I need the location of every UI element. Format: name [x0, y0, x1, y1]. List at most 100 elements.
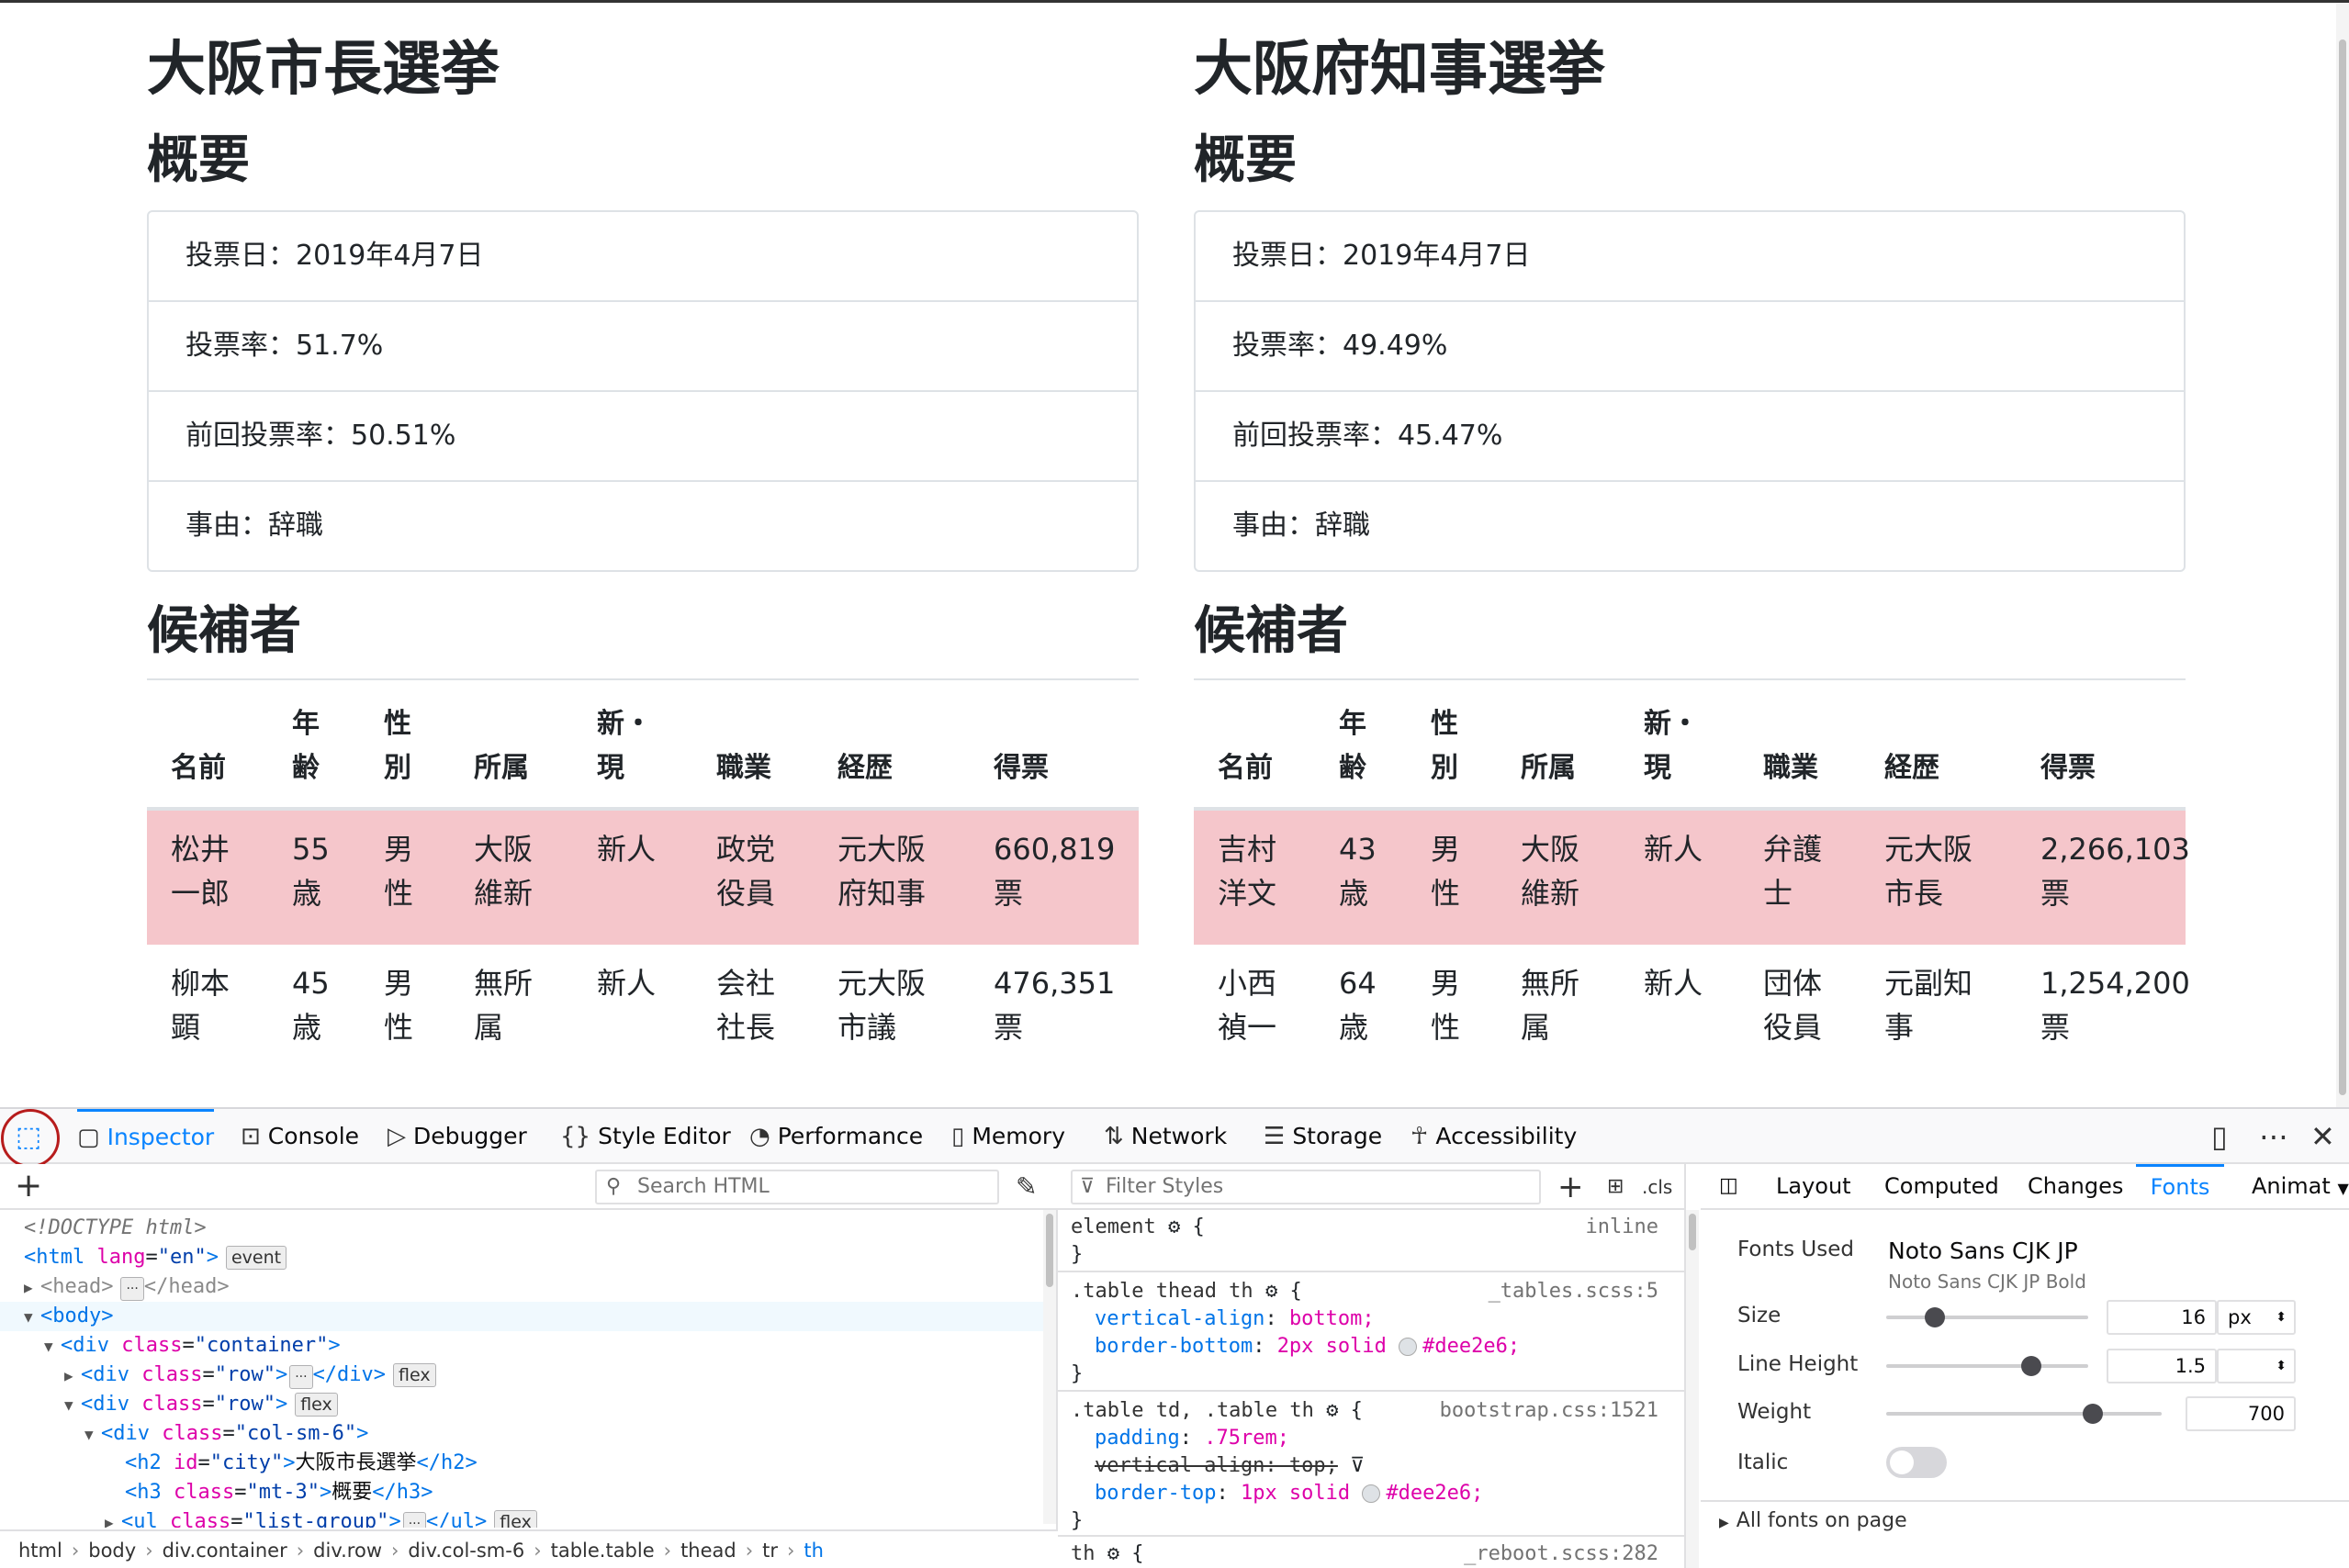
- all-fonts-toggle[interactable]: ▶ All fonts on page: [1719, 1509, 1907, 1532]
- breadcrumb-item[interactable]: table.table: [551, 1540, 655, 1562]
- breadcrumb-item[interactable]: html: [18, 1540, 62, 1562]
- rule-source-link[interactable]: _reboot.scss:282: [1464, 1540, 1658, 1568]
- weight-value-input[interactable]: 700: [2186, 1396, 2296, 1431]
- line-height-unit-select[interactable]: ⬍: [2217, 1349, 2296, 1383]
- filter-styles-input[interactable]: ⊽ Filter Styles: [1071, 1170, 1541, 1204]
- markup-line[interactable]: ▶ <head> ··· </head>: [24, 1272, 230, 1302]
- dock-icon[interactable]: ▯: [2211, 1109, 2228, 1164]
- markup-line[interactable]: <h2 id="city">大阪市長選挙</h2>: [125, 1449, 478, 1478]
- element-picker-button[interactable]: ⬚: [0, 1109, 61, 1171]
- tab-inspector[interactable]: ▢ Inspector: [77, 1109, 215, 1164]
- rule-declaration[interactable]: padding: .75rem;: [1095, 1425, 1289, 1452]
- flex-badge[interactable]: flex: [494, 1510, 537, 1528]
- markup-line[interactable]: ▼ <div class="col-sm-6">: [84, 1419, 368, 1449]
- size-unit-select[interactable]: px ⬍: [2217, 1300, 2296, 1335]
- markup-line[interactable]: ▶ <ul class="list-group"> ··· </ul> flex: [105, 1507, 537, 1528]
- line-height-slider[interactable]: [1886, 1356, 2088, 1376]
- table-cell: 市議: [837, 1010, 897, 1045]
- markup-line[interactable]: <!DOCTYPE html>: [24, 1214, 207, 1243]
- expand-icon[interactable]: ▶: [64, 1361, 81, 1391]
- rule-declaration[interactable]: border-bottom: 2px solid #dee2e6;: [1095, 1333, 1520, 1361]
- toggle-pseudo-classes-icon[interactable]: ⊞: [1607, 1164, 1624, 1210]
- collapse-icon[interactable]: ▼: [24, 1303, 40, 1332]
- add-node-icon[interactable]: +: [15, 1164, 42, 1208]
- gear-icon[interactable]: ⚙: [1168, 1215, 1180, 1238]
- flex-badge[interactable]: flex: [295, 1393, 338, 1417]
- markup-scrollbar[interactable]: [1043, 1210, 1056, 1524]
- sidebar-tabs: ◫ Layout Computed Changes Fonts Animat ▼: [1701, 1164, 2349, 1210]
- tab-debugger[interactable]: ▷ Debugger: [388, 1109, 527, 1164]
- breadcrumb-item[interactable]: thead: [680, 1540, 736, 1562]
- cls-button[interactable]: .cls: [1642, 1164, 1672, 1210]
- column-header: 齢: [1339, 752, 1366, 784]
- scrollbar-thumb[interactable]: [2339, 39, 2346, 1095]
- rule-selector[interactable]: .table thead th ⚙ {_tables.scss:5: [1071, 1278, 1658, 1305]
- breadcrumb-item[interactable]: th: [804, 1540, 824, 1562]
- more-options-icon[interactable]: ⋯: [2259, 1109, 2288, 1164]
- add-rule-icon[interactable]: +: [1557, 1164, 1584, 1210]
- tab-changes[interactable]: Changes: [2028, 1164, 2123, 1210]
- filter-icon[interactable]: ⊽: [1350, 1454, 1365, 1477]
- italic-toggle[interactable]: [1886, 1447, 1947, 1478]
- scrollbar-thumb[interactable]: [1046, 1214, 1053, 1287]
- slider-thumb[interactable]: [2083, 1404, 2103, 1424]
- rule-declaration-overridden[interactable]: vertical-align: top; ⊽: [1095, 1452, 1365, 1480]
- markup-line[interactable]: ▼ <div class="container">: [44, 1331, 341, 1361]
- slider-thumb[interactable]: [2021, 1356, 2042, 1376]
- tab-console[interactable]: ⊡ Console: [241, 1109, 359, 1164]
- size-value-input[interactable]: 16: [2107, 1300, 2217, 1335]
- breadcrumb-item[interactable]: div.col-sm-6: [408, 1540, 524, 1562]
- close-icon[interactable]: ✕: [2310, 1109, 2335, 1164]
- tab-animations[interactable]: Animat ▼: [2252, 1164, 2349, 1210]
- gear-icon[interactable]: ⚙: [1326, 1399, 1338, 1422]
- tab-network[interactable]: ⇅ Network: [1104, 1109, 1227, 1164]
- weight-slider[interactable]: [1886, 1404, 2162, 1424]
- markup-line[interactable]: <html lang="en"> event: [24, 1243, 287, 1272]
- color-swatch[interactable]: [1399, 1338, 1418, 1356]
- expand-icon[interactable]: ▶: [105, 1508, 121, 1528]
- line-height-value-input[interactable]: 1.5: [2107, 1349, 2217, 1383]
- markup-line-selected[interactable]: ▼ <body>: [0, 1302, 1043, 1331]
- size-slider[interactable]: [1886, 1307, 2088, 1327]
- rule-element[interactable]: element ⚙ {inline: [1071, 1214, 1658, 1241]
- rule-source-link[interactable]: _tables.scss:5: [1489, 1278, 1658, 1305]
- page-scrollbar[interactable]: [2336, 3, 2349, 1107]
- markup-line[interactable]: ▼ <div class="row"> flex: [64, 1390, 338, 1419]
- search-html-input[interactable]: ⚲ Search HTML: [595, 1170, 999, 1204]
- chevron-right-icon: ›: [145, 1540, 153, 1562]
- eyedropper-icon[interactable]: ✎: [1016, 1164, 1037, 1210]
- column-header: 年: [1339, 708, 1366, 740]
- tab-fonts[interactable]: Fonts: [2136, 1164, 2224, 1210]
- breadcrumb-item[interactable]: body: [88, 1540, 136, 1562]
- scrollbar-thumb[interactable]: [1689, 1214, 1696, 1250]
- collapse-icon[interactable]: ▼: [84, 1420, 101, 1450]
- rule-selector[interactable]: th ⚙ {_reboot.scss:282: [1071, 1540, 1658, 1568]
- rule-source-link[interactable]: bootstrap.css:1521: [1440, 1397, 1658, 1425]
- tab-accessibility[interactable]: ☥ Accessibility: [1411, 1109, 1577, 1164]
- tab-storage[interactable]: ☰ Storage: [1264, 1109, 1382, 1164]
- markup-line[interactable]: <h3 class="mt-3">概要</h3>: [125, 1478, 433, 1507]
- event-badge[interactable]: event: [225, 1246, 287, 1270]
- breadcrumb-item[interactable]: div.row: [313, 1540, 382, 1562]
- tab-performance[interactable]: ◔ Performance: [749, 1109, 923, 1164]
- rules-scrollbar[interactable]: [1686, 1210, 1699, 1568]
- tab-memory[interactable]: ▯ Memory: [951, 1109, 1065, 1164]
- breadcrumb-item[interactable]: tr: [762, 1540, 778, 1562]
- collapse-icon[interactable]: ▼: [44, 1332, 61, 1361]
- tab-computed[interactable]: Computed: [1884, 1164, 1999, 1210]
- tab-style-editor[interactable]: {} Style Editor: [560, 1109, 731, 1164]
- gear-icon[interactable]: ⚙: [1107, 1542, 1119, 1565]
- rule-declaration[interactable]: border-top: 1px solid #dee2e6;: [1095, 1480, 1483, 1507]
- slider-thumb[interactable]: [1924, 1307, 1945, 1327]
- rule-selector[interactable]: .table td, .table th ⚙ {bootstrap.css:15…: [1071, 1397, 1658, 1425]
- flex-badge[interactable]: flex: [393, 1363, 436, 1387]
- breadcrumb-item[interactable]: div.container: [163, 1540, 287, 1562]
- collapse-icon[interactable]: ▼: [64, 1391, 81, 1420]
- gear-icon[interactable]: ⚙: [1265, 1280, 1277, 1303]
- toggle-sidebar-icon[interactable]: ◫: [1719, 1164, 1738, 1210]
- expand-icon[interactable]: ▶: [24, 1273, 40, 1303]
- markup-line[interactable]: ▶ <div class="row"> ··· </div> flex: [64, 1361, 436, 1390]
- rule-declaration[interactable]: vertical-align: bottom;: [1095, 1305, 1375, 1333]
- color-swatch[interactable]: [1362, 1484, 1381, 1503]
- tab-layout[interactable]: Layout: [1776, 1164, 1851, 1210]
